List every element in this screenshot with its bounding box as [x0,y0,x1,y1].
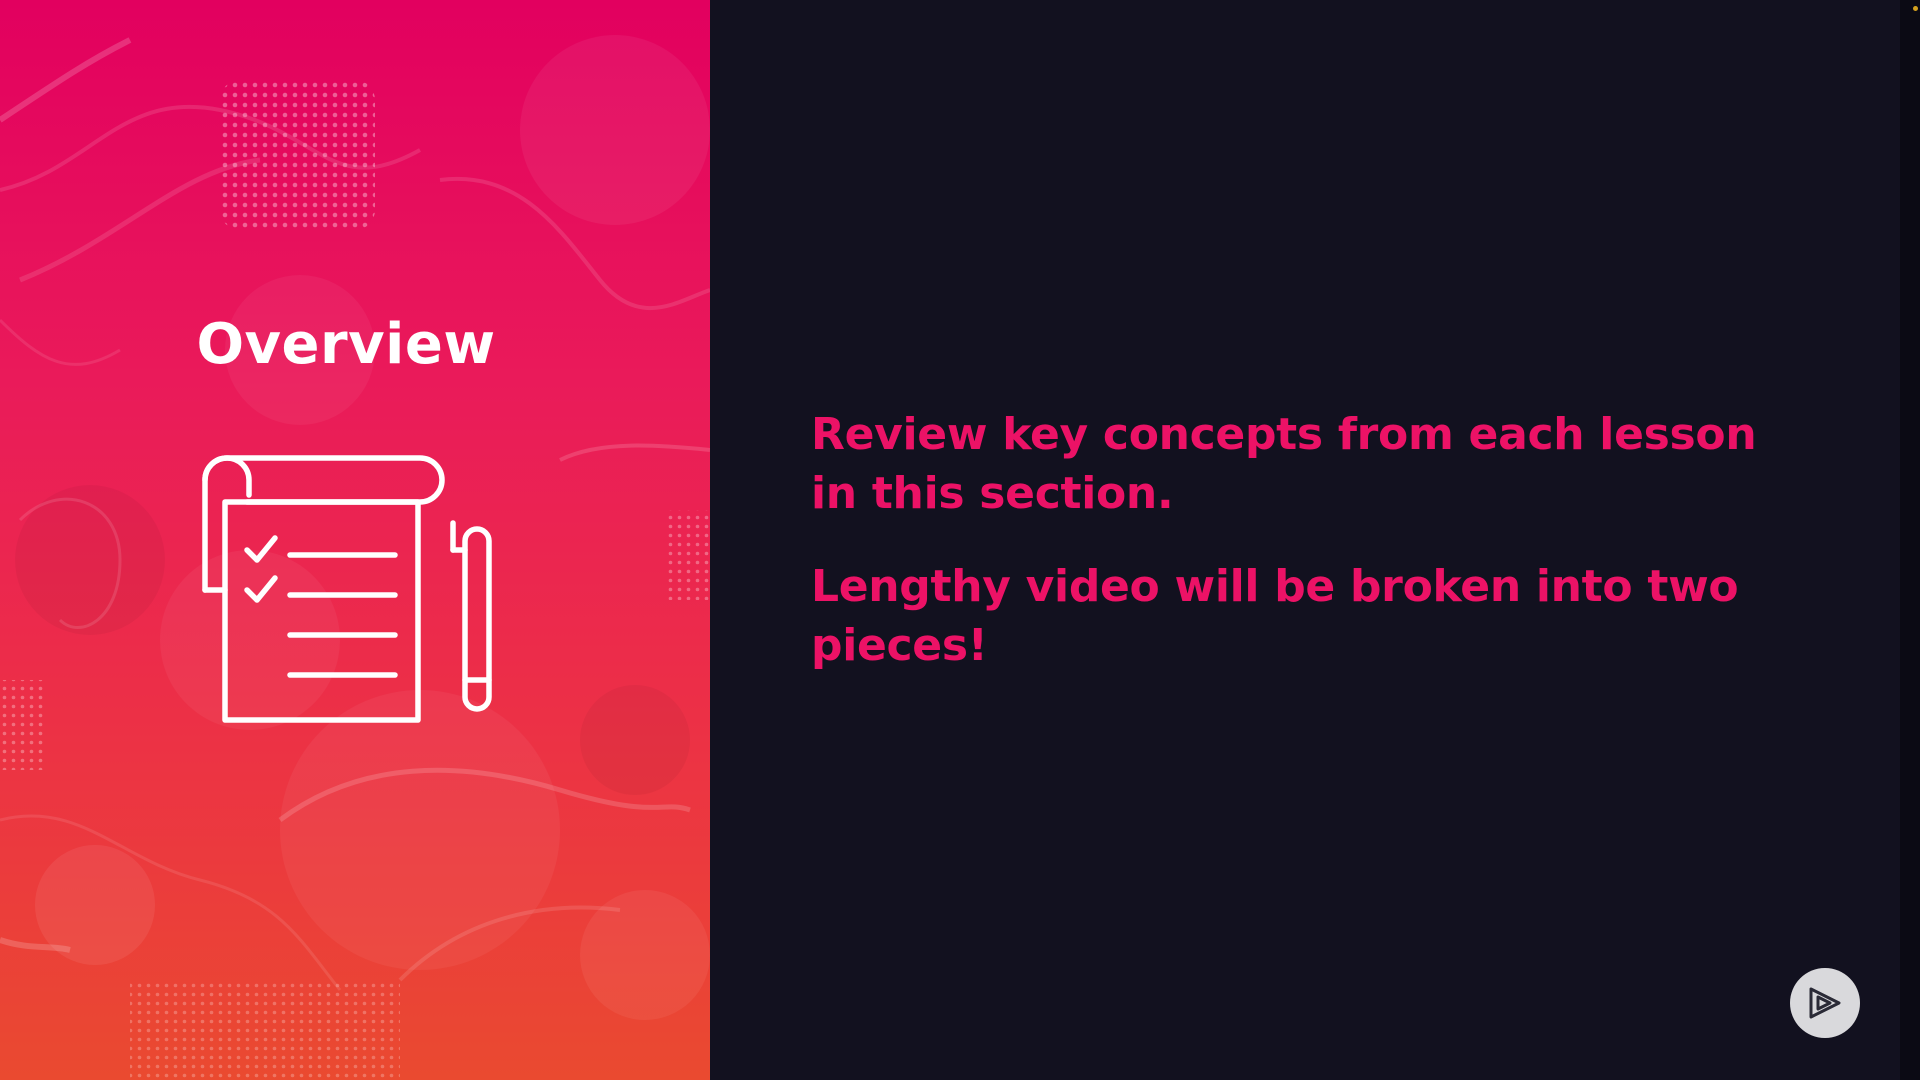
bullet-point: Review key concepts from each lesson in … [811,409,1757,519]
content-panel [710,0,1900,1080]
bullet-point: Lengthy video will be broken into two pi… [811,561,1739,671]
status-dot [1913,6,1918,11]
slide: Overview Review key concepts from each l… [0,0,1920,1080]
player-logo-button[interactable] [1790,968,1860,1038]
right-edge-bar [1900,0,1920,1080]
checklist-notepad-icon [202,455,492,723]
left-decorative-panel: Overview [0,0,710,1080]
slide-title: Overview [196,312,496,377]
play-icon [1809,987,1841,1019]
